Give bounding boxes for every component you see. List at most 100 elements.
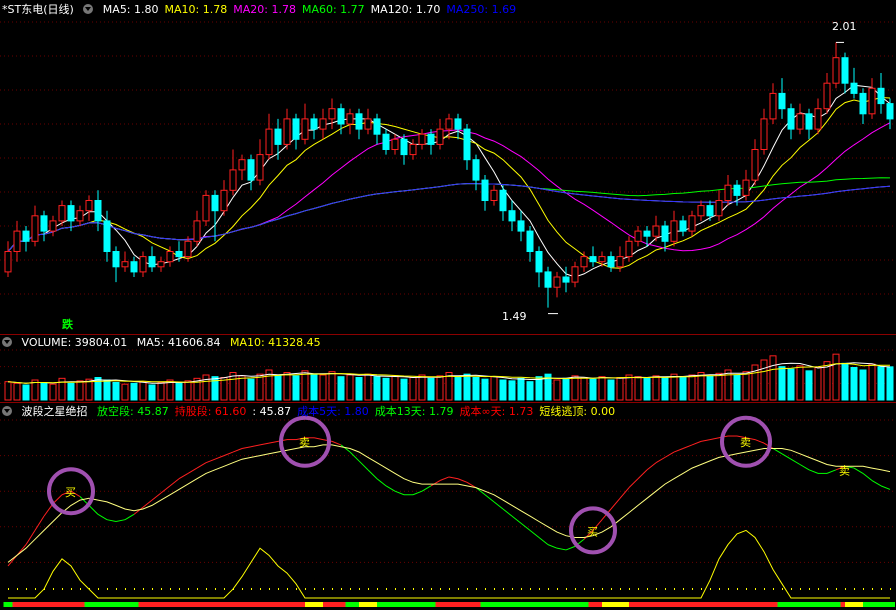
status-strip-cell [669, 602, 679, 607]
candle-body [292, 118, 300, 140]
volume-bar [148, 384, 156, 401]
band-line-segment [799, 464, 810, 471]
status-strip-cell [417, 602, 427, 607]
candle-body [310, 118, 318, 130]
tick-dot [827, 588, 828, 590]
tick-dot [386, 588, 387, 590]
period-label: (日线) [43, 3, 74, 16]
status-strip-cell [237, 602, 247, 607]
stock-name[interactable]: *ST东电 [2, 3, 43, 16]
ma-label: MA20: 1.78 [233, 3, 296, 16]
tick-dot [125, 588, 126, 590]
tick-dot [80, 588, 81, 590]
tick-dot [143, 588, 144, 590]
volume-bar [877, 366, 885, 401]
tick-dot [791, 588, 792, 590]
band-line-segment [448, 476, 459, 480]
tick-dot [764, 588, 765, 590]
volume-bar [355, 377, 363, 401]
volume-bar [805, 370, 813, 401]
indicator-legend: 放空段: 45.87 持股段: 61.60: 45.87 成本5天: 1.80 成本1… [97, 405, 621, 418]
candle-body [778, 92, 786, 110]
candle-body [670, 220, 678, 242]
status-strip-cell [345, 602, 355, 607]
volume-bar [418, 374, 426, 401]
status-strip-cell [687, 602, 697, 607]
candle-body [247, 159, 255, 181]
volume-bar [607, 379, 615, 401]
volume-header: VOLUME: 39804.01 MA5: 41606.84 MA10: 413… [2, 336, 327, 350]
fall-signal: 跌 [62, 318, 73, 331]
status-strip-cell [219, 602, 229, 607]
band-line-segment [565, 545, 576, 551]
tick-dot [107, 588, 108, 590]
tick-dot [611, 588, 612, 590]
status-strip-highlight [602, 602, 629, 607]
volume-bar [220, 377, 228, 401]
volume-bar [715, 372, 723, 401]
volume-bar [580, 377, 588, 401]
status-strip-cell [507, 602, 517, 607]
candle-body [481, 179, 489, 202]
ma-label: MA5: 1.80 [102, 3, 159, 16]
status-strip-cell [75, 602, 85, 607]
tick-dot [746, 588, 747, 590]
candle-body [787, 108, 795, 130]
tick-dot [881, 588, 882, 590]
volume-bar [769, 355, 777, 401]
tick-dot [278, 588, 279, 590]
tick-dot [710, 588, 711, 590]
status-strip-cell [831, 602, 841, 607]
candle-body [400, 138, 408, 156]
volume-bar [697, 372, 705, 401]
dropdown-icon[interactable] [83, 4, 94, 14]
volume-bar [4, 381, 12, 401]
candle-body [796, 113, 804, 130]
volume-bar [670, 373, 678, 401]
tick-dot [872, 588, 873, 590]
volume-bar [103, 379, 111, 401]
candle-body [112, 251, 120, 268]
tick-dot [800, 588, 801, 590]
band-line-segment [511, 515, 522, 524]
status-strip-cell [129, 602, 139, 607]
candle-body [742, 179, 750, 196]
candle-body [454, 118, 462, 130]
status-strip-cell [3, 602, 13, 607]
candle-body [643, 230, 651, 237]
ma-label: MA120: 1.70 [370, 3, 441, 16]
band-line-segment [178, 472, 189, 480]
status-strip-cell [489, 602, 499, 607]
volume-bar [139, 381, 147, 401]
status-strip-cell [426, 602, 436, 607]
status-strip-cell [498, 602, 508, 607]
dropdown-icon[interactable] [2, 337, 12, 347]
status-strip-cell [84, 602, 94, 607]
candle-body [571, 266, 579, 283]
tick-dot [98, 588, 99, 590]
volume-bar [508, 380, 516, 401]
candle-body [391, 138, 399, 151]
volume-bar [364, 373, 372, 401]
band-line-segment [205, 458, 216, 464]
volume-bar [526, 381, 534, 401]
status-strip-cell [453, 602, 463, 607]
band-line-segment [529, 529, 540, 538]
sell-signal: 卖 [839, 464, 850, 477]
candle-body [715, 200, 723, 217]
volume-title: VOLUME: 39804.01 [21, 336, 128, 349]
volume-bar [22, 384, 30, 401]
tick-dot [161, 588, 162, 590]
dropdown-icon[interactable] [2, 406, 12, 416]
volume-bar [679, 376, 687, 401]
tick-dot [467, 588, 468, 590]
tick-dot [359, 588, 360, 590]
status-strip-cell [246, 602, 256, 607]
volume-bar [499, 379, 507, 401]
status-strip-cell [678, 602, 688, 607]
status-strip-cell [111, 602, 121, 607]
tick-dot [377, 588, 378, 590]
volume-bar [706, 375, 714, 401]
ma60-line [7, 177, 891, 252]
band-line-segment [124, 513, 135, 521]
